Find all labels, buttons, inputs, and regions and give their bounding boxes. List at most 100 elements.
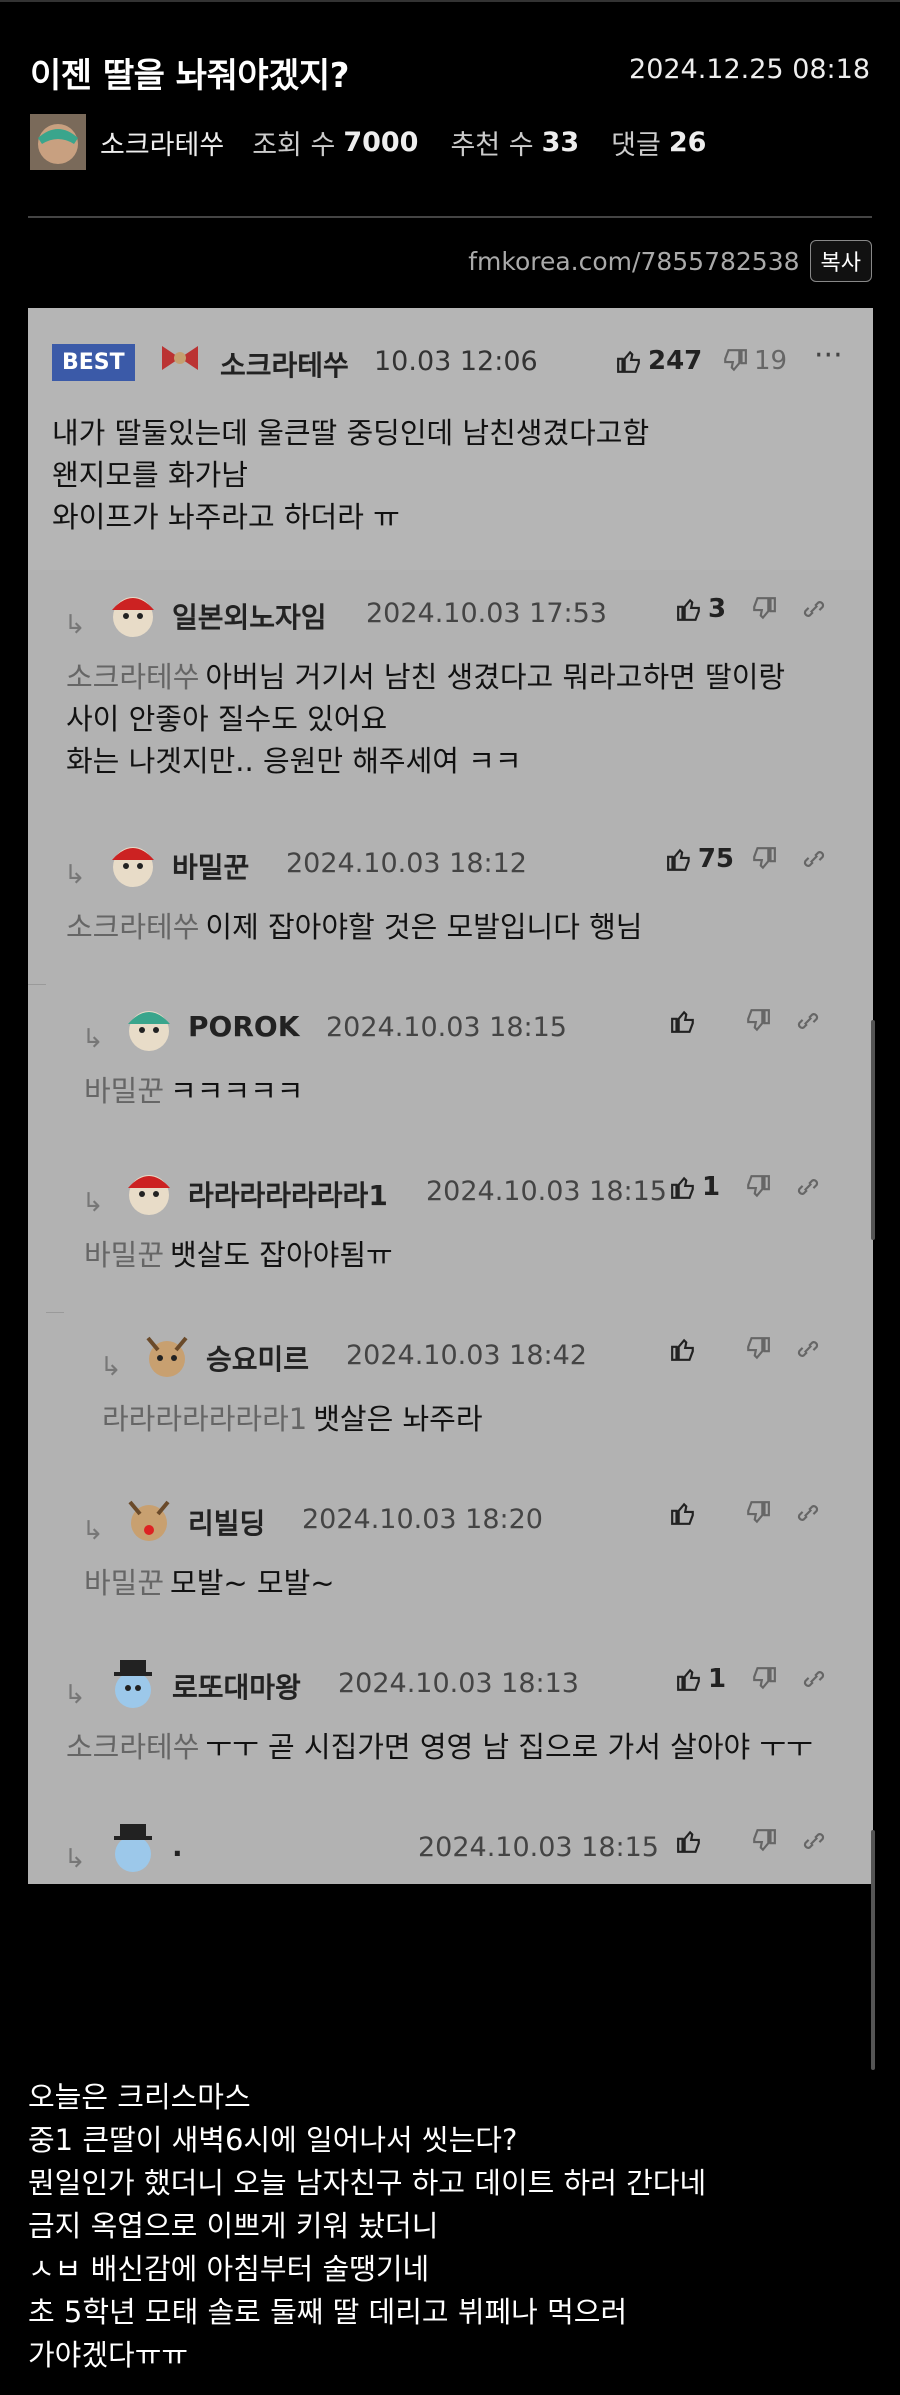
reply-nick[interactable]: POROK [188,1010,299,1043]
reply-text: 바밀꾼 뱃살도 잡아야됨ㅠ [84,1234,393,1276]
thumb-up-icon [677,1830,700,1853]
author-avatar-icon[interactable] [30,114,86,170]
dislike-button[interactable] [728,1336,788,1362]
reply-line: 사이 안좋아 질수도 있어요 [66,702,388,736]
link-button[interactable] [788,1336,828,1362]
author-nick[interactable]: 소크라테쑤 [100,123,224,162]
like-count: 3 [708,594,727,624]
link-icon [803,1833,825,1849]
link-button[interactable] [788,1174,828,1200]
thumb-down-icon [753,1667,776,1690]
best-time: 10.03 12:06 [374,346,538,377]
reply-nick[interactable]: 승요미르 [206,1338,309,1378]
dislike-button[interactable] [734,846,794,872]
mention[interactable]: 라라라라라라라1 [102,1402,307,1436]
link-button[interactable] [794,1828,834,1854]
dislike-button[interactable] [728,1174,788,1200]
body-line: 가야겠다ㅠㅠ [28,2338,189,2372]
mention[interactable]: 바밀꾼 [84,1074,164,1108]
avatar-icon [128,1500,170,1541]
like-button[interactable]: 3 [676,594,734,624]
post-date: 2024.12.25 08:18 [629,54,870,85]
dislike-button[interactable] [734,596,794,622]
reply-nick[interactable]: 리빌딩 [188,1502,265,1542]
reply-arrow-icon: ↳ [64,610,86,640]
mention[interactable]: 소크라테쑤 [66,910,199,944]
copy-button[interactable]: 복사 [809,240,872,282]
body-line: 초 5학년 모태 솔로 둘째 딸 데리고 뷔페나 먹으러 [28,2295,628,2329]
reply-item-partial: ↳ . 2024.10.03 18:15 [28,1804,873,1884]
dislike-button[interactable] [728,1500,788,1526]
reply-line: 아버님 거기서 남친 생겼다고 뭐라고하면 딸이랑 [205,660,786,694]
reply-time: 2024.10.03 17:53 [366,598,607,629]
reply-nick[interactable]: 일본외노자임 [172,596,327,636]
reply-nick[interactable]: . [172,1830,183,1863]
reply-nick[interactable]: 로또대마왕 [172,1666,301,1706]
best-dislike-button[interactable]: 19 [722,346,787,376]
link-button[interactable] [788,1008,828,1034]
link-icon [803,851,825,867]
dislike-button[interactable] [734,1666,794,1692]
body-line: 금지 옥엽으로 이쁘게 키워 놨더니 [28,2209,439,2243]
reply-item: ↳ POROK 2024.10.03 18:15 바밀꾼 ㅋㅋㅋㅋㅋ [46,984,873,1149]
dislike-button[interactable] [734,1828,794,1854]
avatar-icon [146,1336,188,1377]
more-icon[interactable]: ··· [814,338,843,373]
mention[interactable]: 바밀꾼 [84,1566,164,1600]
reply-arrow-icon: ↳ [100,1352,122,1382]
reply-time: 2024.10.03 18:15 [326,1012,567,1043]
reply-arrow-icon: ↳ [64,1844,86,1874]
scrollbar[interactable] [871,1830,875,2070]
reply-nick[interactable]: 바밀꾼 [172,846,249,886]
thumb-up-icon [617,350,640,373]
mention[interactable]: 소크라테쑤 [66,1730,199,1764]
link-button[interactable] [794,596,834,622]
views-count: 7000 [343,126,419,158]
reply-text: 바밀꾼 모발~ 모발~ [84,1562,335,1604]
reply-nick[interactable]: 라라라라라라라1 [188,1174,388,1214]
reply-line: 이제 잡아야할 것은 모발입니다 행님 [205,910,643,944]
best-line: 와이프가 놔주라고 하더라 ㅠ [52,500,400,534]
best-body: 내가 딸둘있는데 울큰딸 중딩인데 남친생겼다고함 왠지모를 화가남 와이프가 … [52,412,649,538]
best-badge: BEST [52,344,135,381]
like-button[interactable]: 75 [666,844,734,874]
like-button[interactable] [670,1008,728,1034]
mention[interactable]: 바밀꾼 [84,1238,164,1272]
like-button[interactable]: 1 [670,1172,728,1202]
reply-time: 2024.10.03 18:12 [286,848,527,879]
like-button[interactable] [670,1500,728,1526]
thumb-down-icon [753,1829,776,1852]
thumb-up-icon [677,1668,700,1691]
reply-arrow-icon: ↳ [82,1024,104,1054]
reply-time: 2024.10.03 18:20 [302,1504,543,1535]
reply-item: ↳ 로또대마왕 2024.10.03 18:13 1 소크라테쑤 ㅜㅜ 곧 시집가… [28,1640,873,1805]
dislike-button[interactable] [728,1008,788,1034]
link-icon [797,1179,819,1195]
reply-actions [670,1008,828,1034]
like-button[interactable] [676,1828,734,1854]
reply-time: 2024.10.03 18:13 [338,1668,579,1699]
thumb-up-icon [671,1338,694,1361]
post-meta: 소크라테쑤 조회 수 7000 추천 수 33 댓글 26 [30,112,738,172]
avatar-icon [112,847,154,887]
link-button[interactable] [788,1500,828,1526]
like-button[interactable] [670,1336,728,1362]
reply-actions [670,1336,828,1362]
mention[interactable]: 소크라테쑤 [66,660,199,694]
url-row: fmkorea.com/7855782538 복사 [468,240,872,282]
thumb-down-icon [747,1337,770,1360]
like-button[interactable]: 1 [676,1664,734,1694]
post-url[interactable]: fmkorea.com/7855782538 [468,247,799,276]
link-button[interactable] [794,1666,834,1692]
scrollbar[interactable] [871,1020,875,1240]
reply-time: 2024.10.03 18:15 [418,1832,659,1863]
best-nick[interactable]: 소크라테쑤 [220,344,349,384]
reply-actions: 1 [670,1172,828,1202]
link-button[interactable] [794,846,834,872]
thumb-up-icon [667,848,690,871]
best-like-button[interactable]: 247 [616,346,702,376]
best-comment: BEST 소크라테쑤 10.03 12:06 247 19 ··· 내가 딸둘있… [28,308,873,571]
reply-arrow-icon: ↳ [82,1188,104,1218]
reply-text: 소크라테쑤 이제 잡아야할 것은 모발입니다 행님 [66,906,642,948]
reply-actions: 75 [666,844,834,874]
